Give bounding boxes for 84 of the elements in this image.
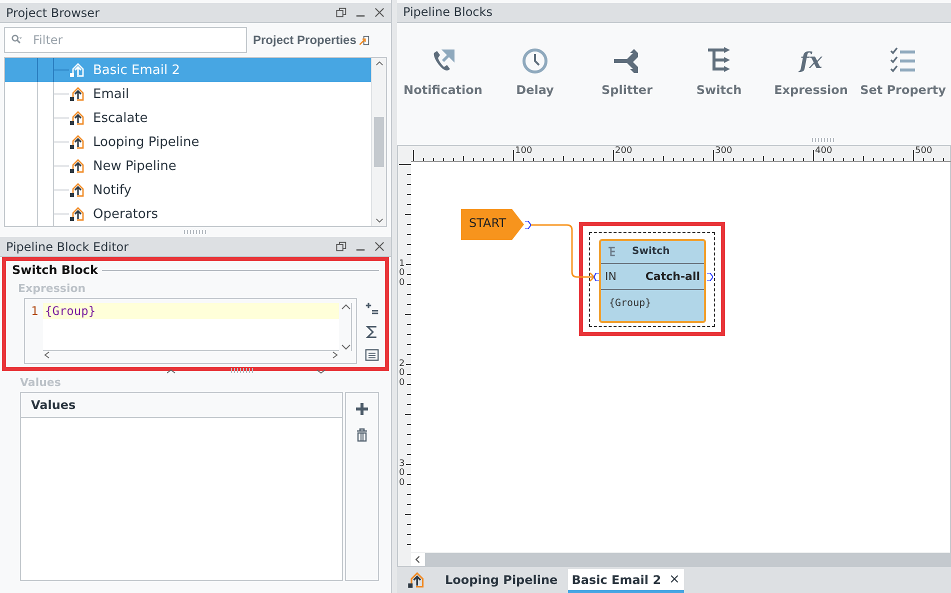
scrollbar[interactable] [411, 553, 950, 566]
block-tool-button[interactable]: Notification [397, 46, 489, 97]
trash-icon [354, 427, 370, 443]
sigma-icon[interactable] [365, 325, 379, 339]
plus-icon [354, 401, 370, 417]
expression-editor[interactable]: 1 {Group} [24, 298, 357, 364]
panel-title: Pipeline Block Editor [6, 240, 130, 254]
field-label: Values [20, 376, 62, 389]
collapse-handle[interactable] [167, 365, 327, 375]
ruler-label: 200 [615, 146, 632, 156]
editor-tab[interactable]: Looping Pipeline [441, 569, 562, 593]
resize-grip[interactable] [184, 230, 208, 234]
node-label: START [469, 216, 506, 230]
tree-line [37, 130, 69, 154]
input-label: IN [605, 270, 616, 283]
tree-line [37, 178, 69, 202]
tree-item[interactable]: Email [5, 82, 371, 106]
project-properties-button[interactable]: Project Properties [253, 33, 370, 47]
scrollbar[interactable] [371, 58, 386, 226]
tree-item[interactable]: Escalate [5, 106, 371, 130]
tree-line [37, 82, 69, 106]
tree-item[interactable]: Operators [5, 202, 371, 226]
block-tool-button[interactable]: Switch [673, 46, 765, 97]
start-node[interactable] [461, 208, 524, 240]
editor-tab[interactable]: Basic Email 2 × [568, 569, 684, 593]
function-icon: fx [797, 46, 825, 75]
block-tool-button[interactable]: Set Property [857, 46, 949, 97]
tree-line [37, 154, 69, 178]
line-number: 1 [31, 304, 38, 318]
insert-property-icon[interactable] [365, 302, 379, 316]
filter-field[interactable]: Filter [4, 27, 247, 53]
tree-item[interactable]: Looping Pipeline [5, 130, 371, 154]
scroll-thumb[interactable] [374, 117, 384, 167]
block-tool-button[interactable]: Delay [489, 46, 581, 97]
output-label: Catch-all [645, 270, 700, 283]
close-icon[interactable]: × [669, 572, 680, 587]
pipeline-icon [69, 134, 85, 150]
pipeline-icon [69, 110, 85, 126]
column-header[interactable]: Values [21, 393, 342, 418]
pipeline-icon [69, 206, 85, 222]
block-title: Switch [632, 246, 670, 258]
input-port[interactable] [593, 272, 599, 281]
tree-line [37, 106, 69, 130]
tree-item[interactable]: Notify [5, 178, 371, 202]
restore-icon[interactable] [336, 241, 347, 252]
pipeline-icon [69, 182, 85, 198]
canvas[interactable]: START Switch IN Catch-all {Group} [411, 162, 950, 552]
add-button[interactable] [354, 401, 370, 417]
tree-item[interactable]: New Pipeline [5, 154, 371, 178]
tree-line [37, 58, 69, 82]
split-arrow-icon [613, 46, 641, 75]
list-icon[interactable] [365, 348, 379, 362]
panel-title: Project Browser [6, 6, 100, 20]
switch-block[interactable]: Switch IN Catch-all {Group} [599, 238, 706, 323]
close-icon[interactable] [374, 241, 385, 252]
ruler-label: 500 [915, 146, 932, 156]
group-title: Switch Block [12, 263, 98, 277]
block-tool-button[interactable]: Splitter [581, 46, 673, 97]
edit-arrow-icon [359, 34, 370, 46]
pipeline-icon [69, 62, 85, 78]
pipeline-icon [407, 571, 425, 589]
vertical-scrollbar[interactable] [340, 303, 352, 351]
pipeline-icon [69, 86, 85, 102]
horizontal-scrollbar[interactable] [43, 350, 339, 360]
block-tool-button[interactable]: fx Expression [765, 46, 857, 97]
panel-title: Pipeline Blocks [403, 5, 494, 20]
switch-icon [607, 246, 618, 258]
resize-grip[interactable] [812, 138, 836, 142]
restore-icon[interactable] [336, 7, 347, 18]
search-icon [11, 34, 22, 45]
field-label: Expression [18, 282, 87, 295]
close-icon[interactable] [374, 7, 385, 18]
delete-button[interactable] [354, 427, 370, 443]
connector-line [531, 224, 595, 283]
output-port[interactable] [525, 220, 531, 229]
ruler-label: 100 [515, 146, 532, 156]
block-expression: {Group} [608, 296, 652, 309]
checklist-icon [889, 46, 917, 75]
clock-icon [521, 46, 549, 75]
code-line: {Group} [44, 304, 96, 318]
pipeline-icon [69, 158, 85, 174]
output-port[interactable] [707, 272, 713, 281]
ruler-label: 300 [715, 146, 732, 156]
ruler-label: 400 [815, 146, 832, 156]
